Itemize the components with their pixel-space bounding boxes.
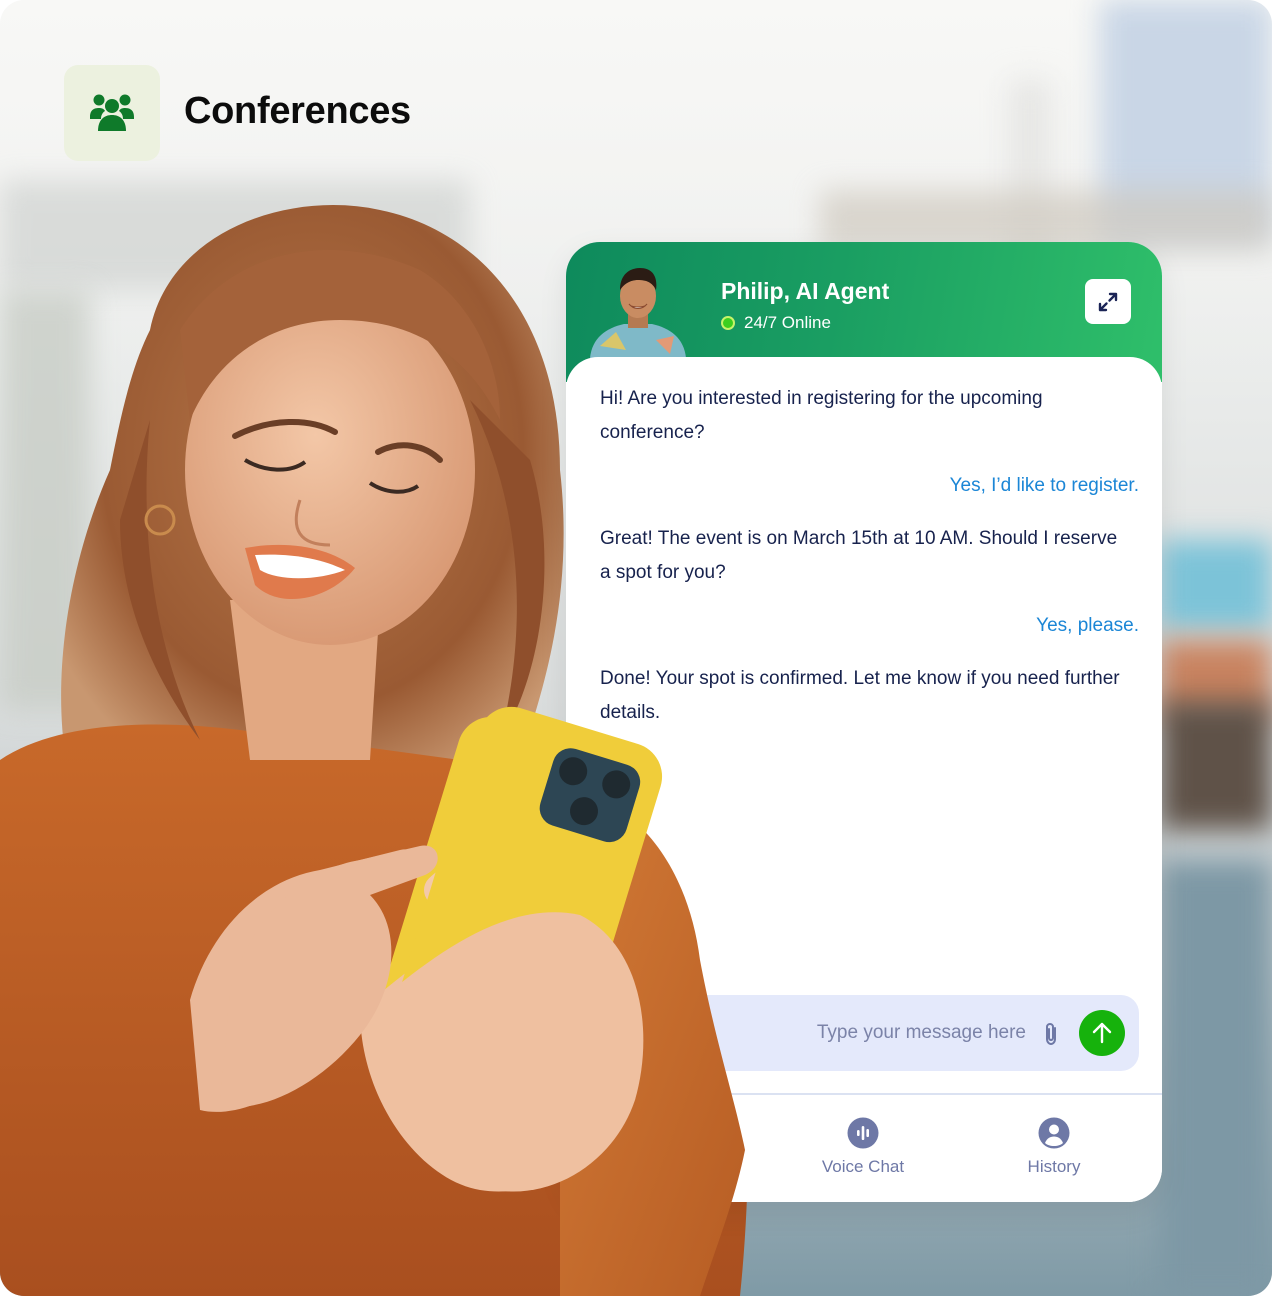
paperclip-icon (1046, 1022, 1056, 1046)
nav-voice-chat[interactable]: Voice Chat (793, 1117, 933, 1177)
nav-history[interactable]: History (984, 1117, 1124, 1177)
arrow-up-icon (1092, 1022, 1112, 1044)
voice-wave-icon (847, 1117, 879, 1149)
send-button[interactable] (1079, 1010, 1125, 1056)
attach-button[interactable] (1034, 1017, 1068, 1051)
nav-history-label: History (1027, 1157, 1081, 1176)
online-status-dot (721, 316, 735, 330)
message-input[interactable] (666, 995, 1026, 1071)
agent-status-text: 24/7 Online (744, 313, 831, 332)
user-message: Yes, I’d like to register. (949, 475, 1139, 496)
nav-voice-chat-label: Voice Chat (821, 1157, 905, 1176)
nav-divider (566, 1093, 1162, 1095)
bot-message: Hi! Are you interested in registering fo… (600, 388, 1043, 443)
chat-body: Hi! Are you interested in registering fo… (566, 357, 1162, 1202)
background-building (820, 190, 1272, 250)
background-street (1160, 860, 1272, 1296)
users-group-icon (90, 94, 134, 131)
conferences-icon-tile (64, 65, 160, 161)
agent-status: 24/7 Online (721, 313, 831, 333)
expand-arrows-icon (1098, 292, 1118, 311)
agent-name: Philip, AI Agent (721, 278, 890, 304)
message-composer (666, 995, 1139, 1071)
agent-avatar (590, 268, 686, 358)
page-title: Conferences (184, 90, 411, 132)
user-circle-icon (1038, 1117, 1070, 1149)
bot-message: Done! Your spot is confirmed. Let me kno… (600, 668, 1120, 723)
user-message: Yes, please. (1036, 615, 1139, 636)
background-storefront (1160, 700, 1272, 830)
bot-message: Great! The event is on March 15th at 10 … (600, 528, 1118, 583)
background-awning (1160, 540, 1272, 630)
chat-widget: Philip, AI Agent 24/7 Online Hi! Are you… (566, 242, 1162, 1202)
expand-button[interactable] (1085, 279, 1131, 324)
